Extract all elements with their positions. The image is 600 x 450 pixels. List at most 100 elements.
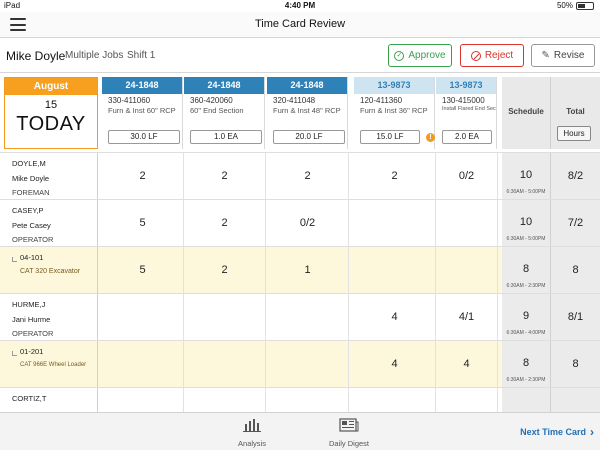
quantity-field[interactable]: 15.0 LF xyxy=(360,130,420,144)
hours-cell[interactable] xyxy=(184,388,266,412)
approve-button[interactable]: ✓ Approve xyxy=(388,44,452,67)
row-label-cell[interactable]: 04-101 CAT 320 Excavator xyxy=(4,247,98,293)
scheduled-hours: 9 xyxy=(522,310,530,322)
hours-cell[interactable] xyxy=(102,388,184,412)
hours-cell[interactable] xyxy=(184,341,266,387)
employee-role: FOREMAN xyxy=(12,188,50,197)
next-time-card-button[interactable]: Next Time Card › xyxy=(520,425,594,439)
job-number: 13-9873 xyxy=(436,77,496,94)
job-column-4[interactable]: 13-9873 130-415000Install Flared End Sect… xyxy=(436,77,497,149)
job-column-1[interactable]: 24-1848 360-420060 60" End Section 1.0 EA xyxy=(184,77,265,149)
equipment-row: 04-101 CAT 320 Excavator 5 2 1 8 6:30AM - 2:30… xyxy=(0,246,600,293)
pencil-icon: ✎ xyxy=(541,50,550,61)
hours-cell[interactable]: 2 xyxy=(354,153,436,199)
page-title: Time Card Review xyxy=(254,18,346,30)
total-hours: 7/2 xyxy=(567,217,584,229)
hours-cell[interactable] xyxy=(102,341,184,387)
analysis-label: Analysis xyxy=(238,439,266,448)
total-cell xyxy=(551,388,600,412)
reject-button[interactable]: Reject xyxy=(460,44,524,67)
hours-cell[interactable]: 4 xyxy=(354,294,436,340)
hours-cell[interactable]: 2 xyxy=(184,153,266,199)
daily-digest-label: Daily Digest xyxy=(328,439,369,448)
hours-cell[interactable] xyxy=(102,294,184,340)
quantity-field[interactable]: 30.0 LF xyxy=(108,130,180,144)
hours-value: 2 xyxy=(221,264,228,276)
row-label-cell[interactable]: DOYLE,M Mike Doyle FOREMAN xyxy=(4,153,98,199)
schedule-cell: 9 6:30AM - 4:00PM xyxy=(502,294,551,340)
daily-digest-tab[interactable]: Daily Digest xyxy=(319,418,379,448)
equipment-row: 01-201 CAT 966E Wheel Loader 4 4 8 6:30AM - 2… xyxy=(0,340,600,387)
hours-cell[interactable] xyxy=(436,200,498,246)
cost-code: 360-420060 xyxy=(190,96,233,105)
hours-cell[interactable]: 5 xyxy=(102,247,184,293)
hours-cell[interactable]: 2 xyxy=(267,153,349,199)
hours-cell[interactable] xyxy=(436,388,498,412)
employee-row: CORTIZ,T xyxy=(0,387,600,412)
hours-cell[interactable]: 2 xyxy=(102,153,184,199)
next-time-card-label: Next Time Card xyxy=(520,427,586,437)
total-cell: 7/2 xyxy=(551,200,600,246)
warning-icon[interactable]: ! xyxy=(426,133,435,142)
schedule-cell: 8 6:30AM - 2:30PM xyxy=(502,341,551,387)
hours-cell[interactable]: 4/1 xyxy=(436,294,498,340)
hours-cell[interactable] xyxy=(354,200,436,246)
hours-cell[interactable]: 2 xyxy=(184,200,266,246)
time-card-header: Mike Doyle Multiple Jobs Shift 1 ✓ Appro… xyxy=(0,39,600,73)
shift-label: Shift 1 xyxy=(127,50,156,61)
hours-cell[interactable] xyxy=(354,388,436,412)
hours-value: 0/2 xyxy=(299,217,316,229)
hours-cell[interactable] xyxy=(267,294,349,340)
schedule-range: 6:30AM - 5:00PM xyxy=(506,189,546,195)
hours-toggle-button[interactable]: Hours xyxy=(557,126,591,141)
job-column-0[interactable]: 24-1848 330-411060 Furn & Inst 60" RCP 30.0… xyxy=(102,77,183,149)
hours-cell[interactable]: 4 xyxy=(436,341,498,387)
row-label-cell[interactable]: CASEY,P Pete Casey OPERATOR xyxy=(4,200,98,246)
hours-cell[interactable] xyxy=(184,294,266,340)
schedule-range: 6:30AM - 2:30PM xyxy=(506,283,546,289)
hours-cell[interactable]: 2 xyxy=(184,247,266,293)
scheduled-hours: 10 xyxy=(519,216,533,228)
hours-cell[interactable]: 0/2 xyxy=(267,200,349,246)
child-indent-icon xyxy=(12,257,17,262)
hours-cell[interactable] xyxy=(267,388,349,412)
analysis-tab[interactable]: Analysis xyxy=(222,418,282,448)
quantity-field[interactable]: 20.0 LF xyxy=(273,130,345,144)
hours-cell[interactable]: 5 xyxy=(102,200,184,246)
clock: 4:40 PM xyxy=(284,1,316,10)
hours-cell[interactable] xyxy=(436,247,498,293)
schedule-column-header: Schedule xyxy=(502,77,551,149)
equipment-name: CAT 320 Excavator xyxy=(20,268,81,275)
hours-value: 5 xyxy=(139,217,146,229)
quantity-field[interactable]: 2.0 EA xyxy=(442,130,492,144)
cost-code-description: Furn & Inst 48" RCP xyxy=(273,106,341,115)
hours-value: 2 xyxy=(221,217,228,229)
cost-code: 320-411048 xyxy=(273,96,316,105)
hours-value: 1 xyxy=(304,264,311,276)
hours-cell[interactable]: 4 xyxy=(354,341,436,387)
revise-button[interactable]: ✎ Revise xyxy=(531,44,595,67)
row-label-cell[interactable]: 01-201 CAT 966E Wheel Loader xyxy=(4,341,98,387)
equipment-name: CAT 966E Wheel Loader xyxy=(20,362,87,368)
hours-cell[interactable] xyxy=(267,341,349,387)
date-card[interactable]: August 15 TODAY xyxy=(4,77,98,149)
hours-cell[interactable]: 1 xyxy=(267,247,349,293)
total-hours: 8 xyxy=(572,358,579,370)
total-hours: 8/1 xyxy=(567,311,584,323)
row-label-cell[interactable]: HURME,J Jani Hurme OPERATOR xyxy=(4,294,98,340)
total-cell: 8/1 xyxy=(551,294,600,340)
schedule-range: 6:30AM - 4:00PM xyxy=(506,330,546,336)
total-cell: 8/2 xyxy=(551,153,600,199)
child-indent-icon xyxy=(12,351,17,356)
hours-cell[interactable]: 0/2 xyxy=(436,153,498,199)
chevron-right-icon: › xyxy=(590,425,594,439)
hours-value: 2 xyxy=(391,170,398,182)
quantity-field[interactable]: 1.0 EA xyxy=(190,130,262,144)
employee-full-name: Jani Hurme xyxy=(12,315,51,324)
job-column-3[interactable]: 13-9873 120-411360 Furn & Inst 36" RCP 15.0… xyxy=(354,77,435,149)
cost-code-description: Install Flared End Section xyxy=(442,106,496,112)
hours-cell[interactable] xyxy=(354,247,436,293)
job-column-2[interactable]: 24-1848 320-411048 Furn & Inst 48" RCP 20.0… xyxy=(267,77,348,149)
total-cell: 8 xyxy=(551,247,600,293)
row-label-cell[interactable]: CORTIZ,T xyxy=(4,388,98,412)
